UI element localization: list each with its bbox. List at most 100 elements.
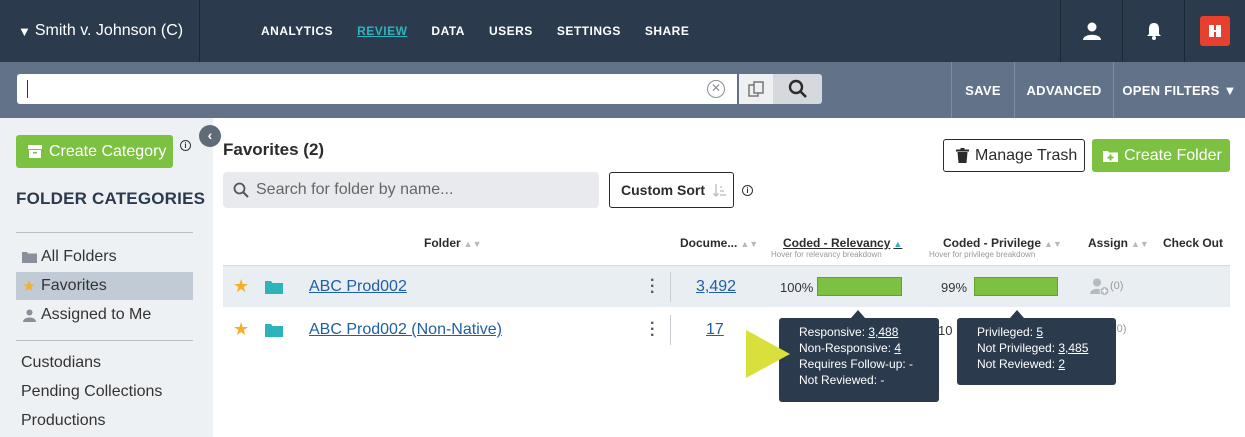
divider xyxy=(16,232,193,233)
not-reviewed-count-link[interactable]: 2 xyxy=(1058,357,1065,371)
category-assigned-to-me[interactable]: Assigned to Me xyxy=(16,301,193,329)
more-options-icon[interactable]: · · · xyxy=(650,316,655,344)
category-all-folders[interactable]: All Folders xyxy=(16,243,193,271)
not-reviewed-line: Not Reviewed: - xyxy=(799,373,885,387)
folder-icon xyxy=(21,251,37,263)
folder-search-input[interactable]: Search for folder by name... xyxy=(223,172,599,208)
not-privileged-line: Not Privileged: 3,485 xyxy=(977,340,1106,356)
privileged-line: Privileged: 5 xyxy=(977,324,1106,340)
column-header-checkout: Check Out xyxy=(1163,236,1224,250)
responsive-count-link[interactable]: 3,488 xyxy=(868,325,898,339)
relevancy-percent: 100% xyxy=(780,280,814,295)
not-privileged-count-link[interactable]: 3,485 xyxy=(1058,341,1088,355)
category-productions[interactable]: Productions xyxy=(21,412,106,430)
create-category-label: Create Category xyxy=(49,142,167,160)
favorite-star-icon[interactable]: ★ xyxy=(233,320,249,338)
column-header-documents[interactable]: Docume... ▲▼ xyxy=(680,236,758,250)
save-search-button[interactable]: SAVE xyxy=(951,62,1014,118)
privileged-count-link[interactable]: 5 xyxy=(1036,325,1043,339)
relevancy-progress-bar[interactable] xyxy=(817,277,902,296)
case-selector[interactable]: ▼ Smith v. Johnson (C) xyxy=(0,0,200,62)
search-icon xyxy=(788,79,807,98)
add-folder-icon xyxy=(1103,150,1118,162)
sort-arrows-icon: ▲▼ xyxy=(1131,239,1149,249)
category-favorites[interactable]: ★ Favorites xyxy=(16,272,193,300)
privilege-progress-bar[interactable] xyxy=(974,277,1059,296)
user-icon xyxy=(1082,22,1101,40)
category-box-icon xyxy=(28,145,42,158)
nonresponsive-line: Non-Responsive: 4 xyxy=(799,340,929,356)
brand-logo-button[interactable] xyxy=(1184,0,1245,62)
label: Not Privileged: xyxy=(977,341,1059,355)
nav-users[interactable]: USERS xyxy=(489,24,533,38)
privilege-hint: Hover for privilege breakdown xyxy=(929,250,1036,259)
label: Not Reviewed: xyxy=(977,357,1059,371)
folder-name-link[interactable]: ABC Prod002 xyxy=(309,278,407,296)
divider xyxy=(670,315,671,345)
search-submit-button[interactable] xyxy=(773,74,822,104)
table-row[interactable]: ★ ABC Prod002 · · · 3,492 100% 99% (0) xyxy=(223,265,1230,307)
category-label: All Folders xyxy=(41,248,117,265)
advanced-search-button[interactable]: ADVANCED xyxy=(1014,62,1113,118)
custom-sort-button[interactable]: Custom Sort xyxy=(609,172,734,208)
manage-trash-button[interactable]: Manage Trash xyxy=(943,139,1085,172)
assign-count: (0) xyxy=(1110,280,1124,292)
column-header-assign[interactable]: Assign ▲▼ xyxy=(1088,236,1149,250)
category-pending-collections[interactable]: Pending Collections xyxy=(21,383,162,401)
column-label: Docume... xyxy=(680,236,738,250)
folder-name-link[interactable]: ABC Prod002 (Non-Native) xyxy=(309,321,502,339)
copy-icon xyxy=(748,81,764,97)
category-label: Favorites xyxy=(41,277,107,294)
custom-sort-label: Custom Sort xyxy=(621,182,705,198)
column-header-privilege[interactable]: Coded - Privilege ▲▼ xyxy=(943,236,1062,250)
copy-query-button[interactable] xyxy=(739,74,773,104)
privilege-breakdown-tooltip: Privileged: 5 Not Privileged: 3,485 Not … xyxy=(957,318,1116,385)
label: Privileged: xyxy=(977,325,1037,339)
nav-analytics[interactable]: ANALYTICS xyxy=(261,24,333,38)
nav-share[interactable]: SHARE xyxy=(645,24,690,38)
favorite-star-icon[interactable]: ★ xyxy=(233,277,249,295)
open-filters-button[interactable]: OPEN FILTERS ▼ xyxy=(1113,62,1245,118)
sort-arrows-icon: ▲▼ xyxy=(463,239,482,249)
column-header-folder[interactable]: Folder ▲▼ xyxy=(424,236,482,250)
sort-info-icon[interactable]: i xyxy=(742,185,753,196)
sort-arrows-icon: ▲▼ xyxy=(740,239,759,249)
responsive-line: Responsive: 3,488 xyxy=(799,324,929,340)
sort-icon xyxy=(713,184,726,197)
document-count-link[interactable]: 17 xyxy=(706,321,724,339)
collapse-sidebar-chevron-icon[interactable]: ‹ xyxy=(199,125,221,147)
more-options-icon[interactable]: · · · xyxy=(650,273,655,301)
column-header-relevancy[interactable]: Coded - Relevancy ▲ xyxy=(783,236,902,250)
clear-search-icon[interactable]: ✕ xyxy=(707,80,725,98)
info-icon[interactable]: i xyxy=(180,140,191,151)
assign-user-icon[interactable] xyxy=(1090,278,1110,301)
divider xyxy=(16,340,193,341)
relevancy-breakdown-tooltip: Responsive: 3,488 Non-Responsive: 4 Requ… xyxy=(779,318,939,402)
trash-icon xyxy=(956,148,969,163)
tooltip-caret xyxy=(851,310,865,318)
create-category-button[interactable]: Create Category xyxy=(16,135,173,168)
user-profile-button[interactable] xyxy=(1060,0,1122,62)
nav-data[interactable]: DATA xyxy=(431,24,465,38)
nav-review[interactable]: REVIEW xyxy=(357,24,407,38)
notifications-button[interactable] xyxy=(1122,0,1184,62)
search-toolbar: ✕ SAVE ADVANCED OPEN FILTERS ▼ xyxy=(0,62,1245,118)
folder-search-placeholder: Search for folder by name... xyxy=(256,181,454,198)
document-count-link[interactable]: 3,492 xyxy=(696,278,736,296)
caret-down-icon: ▼ xyxy=(18,23,31,39)
nav-settings[interactable]: SETTINGS xyxy=(557,24,621,38)
create-folder-button[interactable]: Create Folder xyxy=(1092,139,1230,172)
nonresponsive-count-link[interactable]: 4 xyxy=(894,341,901,355)
folder-icon xyxy=(265,280,283,299)
column-label: Folder xyxy=(424,236,461,250)
column-label: Coded - Relevancy xyxy=(783,236,891,250)
privilege-percent-partial: 10 xyxy=(938,323,953,338)
folder-icon xyxy=(265,323,283,342)
category-label: Assigned to Me xyxy=(41,306,152,323)
global-search-input[interactable]: ✕ xyxy=(17,74,737,104)
main-nav: ANALYTICS REVIEW DATA USERS SETTINGS SHA… xyxy=(261,0,713,62)
brand-logo-icon xyxy=(1200,16,1230,46)
category-custodians[interactable]: Custodians xyxy=(21,354,101,372)
relevancy-hint: Hover for relevancy breakdown xyxy=(771,250,882,259)
star-icon: ★ xyxy=(22,278,36,295)
